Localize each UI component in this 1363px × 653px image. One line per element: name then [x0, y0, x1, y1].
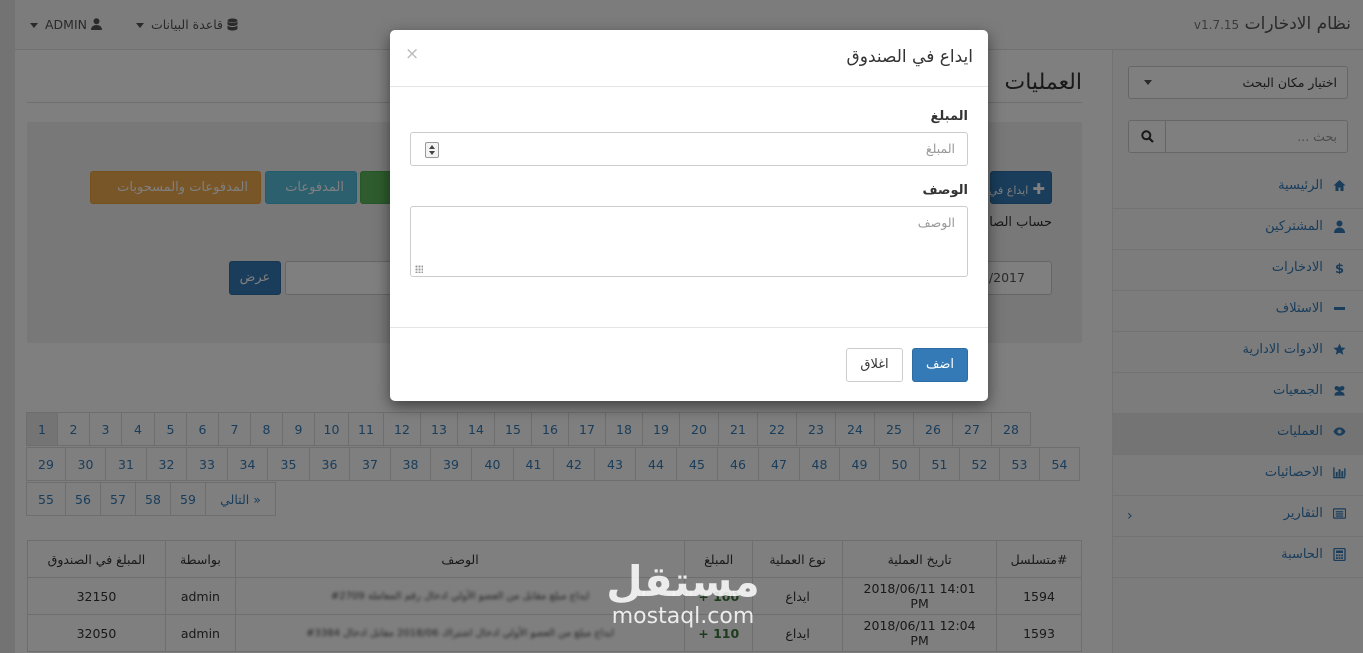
close-button[interactable]: اغلاق	[846, 348, 903, 382]
resize-handle-icon[interactable]	[415, 265, 423, 273]
description-label: الوصف	[922, 183, 968, 198]
amount-placeholder: المبلغ	[925, 141, 955, 156]
add-button[interactable]: اضف	[912, 348, 968, 382]
amount-input[interactable]: المبلغ	[410, 132, 968, 166]
watermark-latin: mostaql.com	[611, 604, 755, 629]
description-placeholder: الوصف	[917, 215, 955, 230]
description-textarea[interactable]: الوصف	[410, 206, 968, 277]
watermark-arabic: مستقل	[606, 557, 760, 606]
modal-footer: اضف اغلاق	[390, 327, 988, 401]
close-icon[interactable]: ×	[405, 44, 419, 64]
deposit-modal: ايداع في الصندوق × المبلغ المبلغ الوصف ا…	[390, 30, 988, 401]
watermark: مستقل mostaql.com	[598, 560, 768, 630]
amount-label: المبلغ	[930, 109, 968, 124]
modal-title: ايداع في الصندوق	[846, 47, 973, 67]
modal-header: ايداع في الصندوق ×	[390, 30, 988, 87]
number-spinner-icon[interactable]	[425, 142, 439, 158]
